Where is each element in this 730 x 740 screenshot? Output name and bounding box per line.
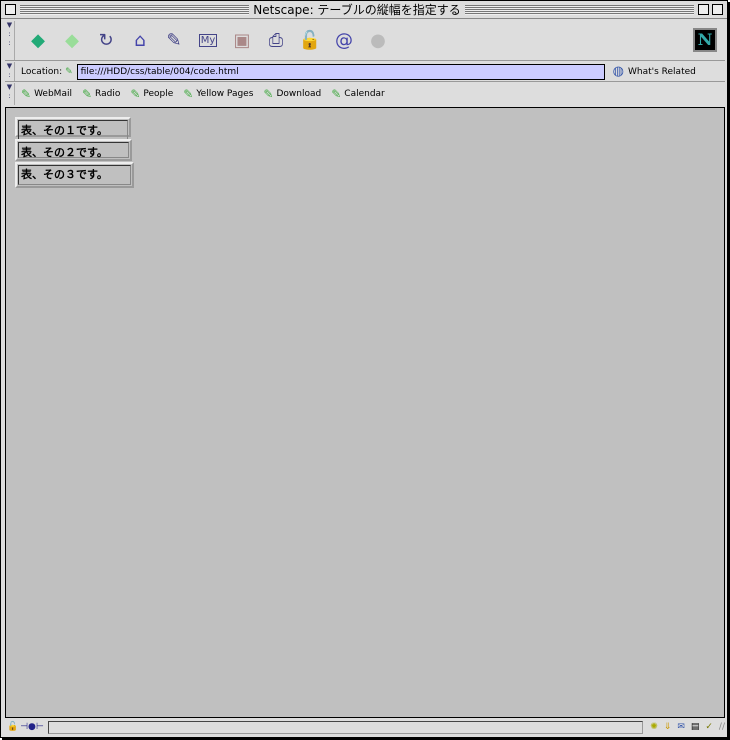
title-bar[interactable]: Netscape: テーブルの縦幅を指定する bbox=[1, 1, 727, 19]
shop-icon: @ bbox=[335, 30, 353, 51]
window-title: Netscape: テーブルの縦幅を指定する bbox=[253, 3, 461, 17]
location-bar: ▼: Location: ✎ file:///HDD/css/table/004… bbox=[5, 62, 725, 82]
bookmark-label: Calendar bbox=[344, 89, 385, 99]
bookmark-label: People bbox=[143, 89, 174, 99]
bookmark-icon: ✎ bbox=[263, 87, 274, 101]
table-cell: 表、その３です。 bbox=[18, 165, 131, 185]
bookmark-yellow-pages[interactable]: ✎ Yellow Pages bbox=[183, 87, 253, 101]
location-label: Location: bbox=[21, 66, 63, 77]
table-3: 表、その３です。 bbox=[15, 162, 134, 188]
back-button[interactable]: ◆ bbox=[21, 26, 55, 56]
netscape-logo[interactable]: N bbox=[693, 28, 717, 52]
bookmark-icon: ✎ bbox=[130, 87, 141, 101]
home-icon: ⌂ bbox=[134, 30, 146, 51]
page-proxy-icon[interactable]: ✎ bbox=[65, 67, 73, 77]
composer-icon[interactable]: ✓ bbox=[705, 722, 713, 732]
bookmark-icon: ✎ bbox=[331, 87, 342, 101]
my-netscape-icon: My bbox=[198, 34, 218, 47]
bookmark-icon: ✎ bbox=[183, 87, 194, 101]
bookmark-calendar[interactable]: ✎ Calendar bbox=[331, 87, 385, 101]
browser-window: Netscape: テーブルの縦幅を指定する ▼:: ◆ ◆ ↻ ⌂ ✎ My ▣ ⎙ 🔓 @ ● … bbox=[0, 0, 728, 738]
bookmark-icon: ✎ bbox=[21, 87, 32, 101]
location-grip[interactable]: ▼: bbox=[5, 62, 15, 81]
navigator-icon[interactable]: ✺ bbox=[650, 722, 658, 732]
whats-related-button[interactable]: What's Related bbox=[628, 67, 696, 77]
reload-icon: ↻ bbox=[98, 30, 114, 51]
status-bar: 🔓 ⊣●⊢ ✺ ⇓ ✉ ▤ ✓ // bbox=[5, 719, 725, 735]
bookmark-label: Radio bbox=[95, 89, 121, 99]
status-text bbox=[47, 720, 644, 734]
bookmark-radio[interactable]: ✎ Radio bbox=[82, 87, 120, 101]
zoom-box[interactable] bbox=[698, 4, 709, 15]
whats-related-icon[interactable]: ◍ bbox=[613, 64, 624, 79]
reload-button[interactable]: ↻ bbox=[89, 26, 123, 56]
bookmark-icon: ✎ bbox=[81, 87, 93, 101]
messenger-icon[interactable]: ✉ bbox=[677, 722, 685, 732]
connection-icon: ⊣●⊢ bbox=[20, 722, 44, 732]
security-icon: 🔓 bbox=[298, 30, 322, 51]
bookmarks-grip[interactable]: ▼: bbox=[5, 83, 15, 105]
print-button[interactable]: ⎙ bbox=[259, 26, 293, 56]
bookmark-label: Download bbox=[276, 89, 322, 99]
bookmark-label: Yellow Pages bbox=[196, 89, 254, 99]
images-button[interactable]: ▣ bbox=[225, 26, 259, 56]
images-icon: ▣ bbox=[233, 30, 251, 51]
page-content: 表、その１です。 表、その２です。 表、その３です。 bbox=[5, 107, 725, 718]
url-input[interactable]: file:///HDD/css/table/004/code.html bbox=[76, 63, 605, 80]
home-button[interactable]: ⌂ bbox=[123, 26, 157, 56]
bookmark-label: WebMail bbox=[34, 89, 72, 99]
forward-button[interactable]: ◆ bbox=[55, 26, 89, 56]
security-button[interactable]: 🔓 bbox=[293, 26, 327, 56]
shop-button[interactable]: @ bbox=[327, 26, 361, 56]
back-icon: ◆ bbox=[31, 30, 45, 51]
table-2: 表、その２です。 bbox=[15, 139, 132, 161]
bookmark-download[interactable]: ✎ Download bbox=[263, 87, 321, 101]
stop-button[interactable]: ● bbox=[361, 26, 395, 56]
my-netscape-button[interactable]: My bbox=[191, 26, 225, 56]
search-icon: ✎ bbox=[166, 30, 182, 51]
search-button[interactable]: ✎ bbox=[157, 26, 191, 56]
download-icon[interactable]: ⇓ bbox=[664, 722, 672, 732]
address-book-icon[interactable]: ▤ bbox=[691, 722, 700, 732]
collapse-box[interactable] bbox=[712, 4, 723, 15]
close-box[interactable] bbox=[5, 4, 16, 15]
table-1: 表、その１です。 bbox=[15, 117, 131, 140]
resize-grip-icon[interactable]: // bbox=[719, 722, 725, 732]
navigation-toolbar: ▼:: ◆ ◆ ↻ ⌂ ✎ My ▣ ⎙ 🔓 @ ● N bbox=[5, 21, 725, 61]
toolbar-grip[interactable]: ▼:: bbox=[5, 21, 15, 60]
stop-icon: ● bbox=[370, 30, 386, 51]
table-cell: 表、その２です。 bbox=[18, 142, 129, 159]
print-icon: ⎙ bbox=[268, 30, 284, 51]
forward-icon: ◆ bbox=[65, 30, 79, 51]
bookmark-people[interactable]: ✎ People bbox=[130, 87, 173, 101]
personal-toolbar: ▼: ✎ WebMail ✎ Radio ✎ People ✎ Yellow Pages ✎ Do… bbox=[5, 83, 725, 105]
bookmark-webmail[interactable]: ✎ WebMail bbox=[21, 87, 72, 101]
table-cell: 表、その１です。 bbox=[18, 120, 128, 140]
security-lock-icon[interactable]: 🔓 bbox=[7, 722, 18, 732]
